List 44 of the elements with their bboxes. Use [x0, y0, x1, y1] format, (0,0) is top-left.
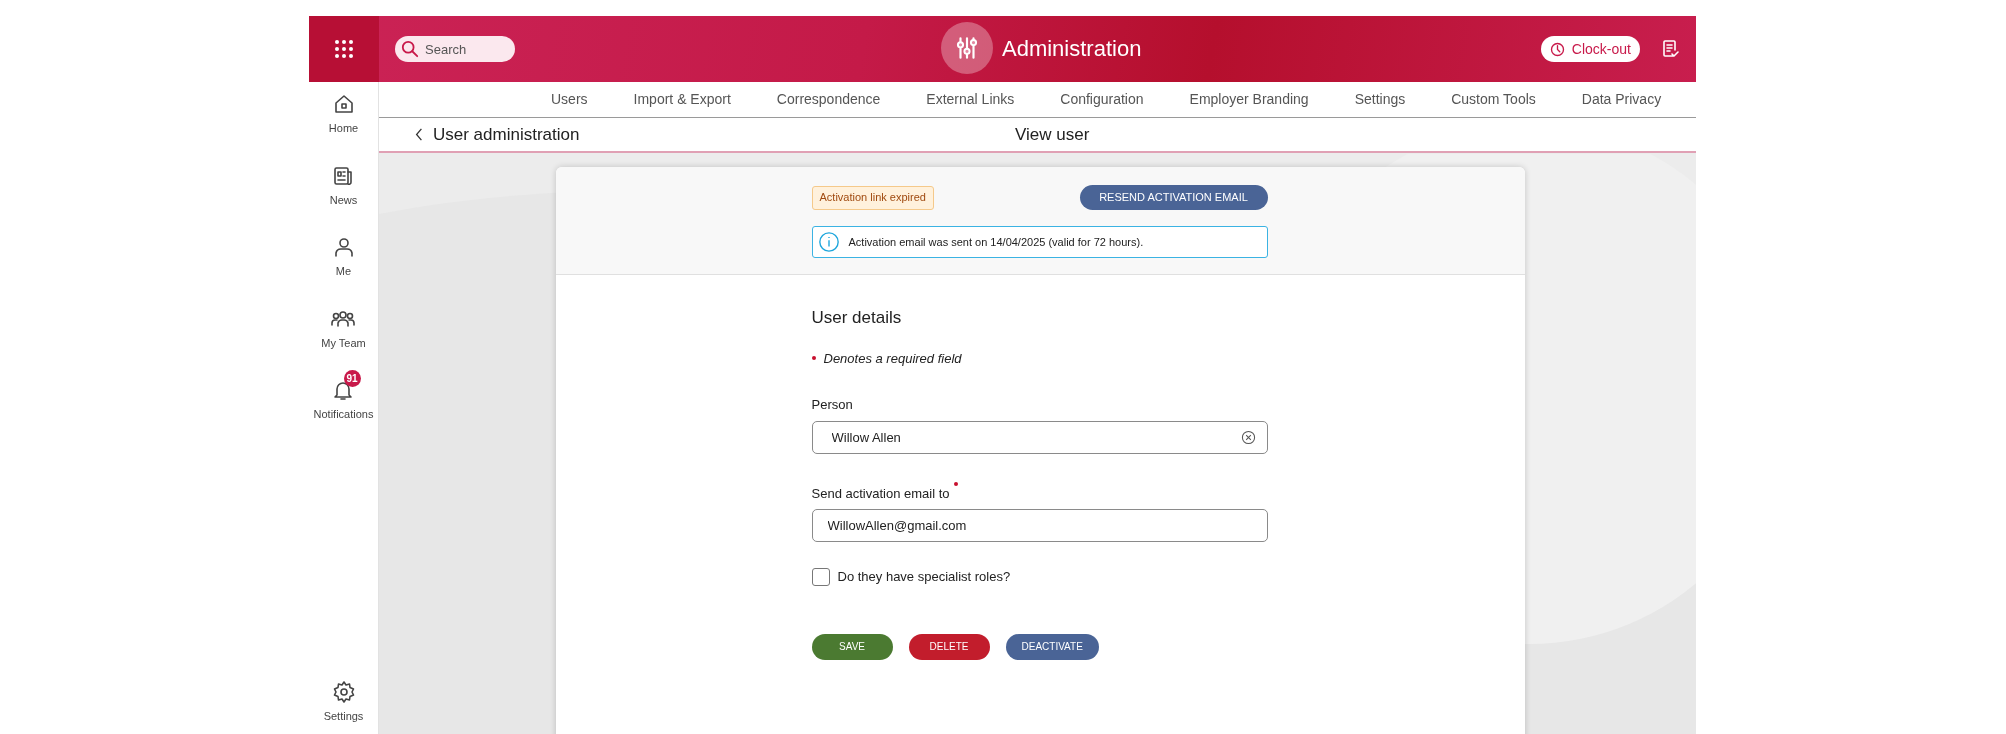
- sidebar-label[interactable]: Me: [335, 263, 352, 280]
- nav-tab[interactable]: Settings: [1354, 89, 1406, 110]
- nav-tab[interactable]: External Links: [926, 89, 1015, 110]
- sidebar-label[interactable]: Notifications: [313, 406, 374, 423]
- back-link[interactable]: User administration: [415, 121, 1015, 148]
- clock-icon: [1549, 41, 1565, 57]
- deactivate-button[interactable]: DEACTIVATE: [1005, 633, 1099, 660]
- nav-tab[interactable]: Data Privacy: [1581, 89, 1662, 110]
- nav-tab[interactable]: Configuration: [1060, 89, 1144, 110]
- nav-tab[interactable]: Users: [551, 89, 588, 110]
- nav-tab[interactable]: Custom Tools: [1451, 89, 1536, 110]
- sidebar-label[interactable]: News: [329, 191, 358, 208]
- app-grid-icon[interactable]: [334, 39, 354, 59]
- nav-tab[interactable]: Correspondence: [776, 89, 881, 110]
- page-subtitle: View user: [1015, 123, 1090, 146]
- nav-tab[interactable]: Employer Branding: [1189, 89, 1309, 110]
- save-button[interactable]: SAVE: [811, 633, 893, 660]
- sidebar-label[interactable]: Home: [328, 120, 359, 137]
- checkbox[interactable]: [811, 567, 830, 586]
- nav-tab[interactable]: Import & Export: [633, 89, 731, 110]
- sidebar-label[interactable]: Settings: [323, 707, 364, 724]
- person-select[interactable]: Willow Allen: [811, 420, 1268, 454]
- field-label: Send activation email to: [811, 484, 950, 503]
- resend-email-button[interactable]: RESEND ACTIVATION EMAIL: [1079, 185, 1268, 210]
- search-icon: [401, 40, 419, 58]
- status-badge: Activation link expired: [811, 185, 934, 210]
- email-field[interactable]: WillowAllen@gmail.com: [811, 509, 1268, 542]
- notification-count-badge: 91: [343, 370, 361, 387]
- checklist-icon[interactable]: [1660, 39, 1680, 59]
- clock-out-button[interactable]: Clock-out: [1540, 36, 1640, 62]
- info-icon: [817, 231, 840, 253]
- chevron-left-icon: [415, 128, 423, 141]
- required-note: Denotes a required field: [823, 349, 962, 368]
- sliders-icon: [954, 35, 980, 61]
- info-message: Activation email was sent on 14/04/2025 (valid for 72 hours).: [848, 234, 1144, 250]
- delete-button[interactable]: DELETE: [908, 633, 990, 660]
- sidebar-label[interactable]: My Team: [321, 334, 366, 351]
- checkbox-label: Do they have specialist roles?: [837, 568, 1011, 586]
- search-field[interactable]: Search: [395, 36, 515, 62]
- page-heading: Administration: [1002, 34, 1142, 63]
- clear-icon[interactable]: [1240, 429, 1256, 445]
- settings-icon[interactable]: [331, 679, 356, 704]
- field-label: Person: [811, 396, 853, 414]
- section-title: User details: [811, 307, 903, 329]
